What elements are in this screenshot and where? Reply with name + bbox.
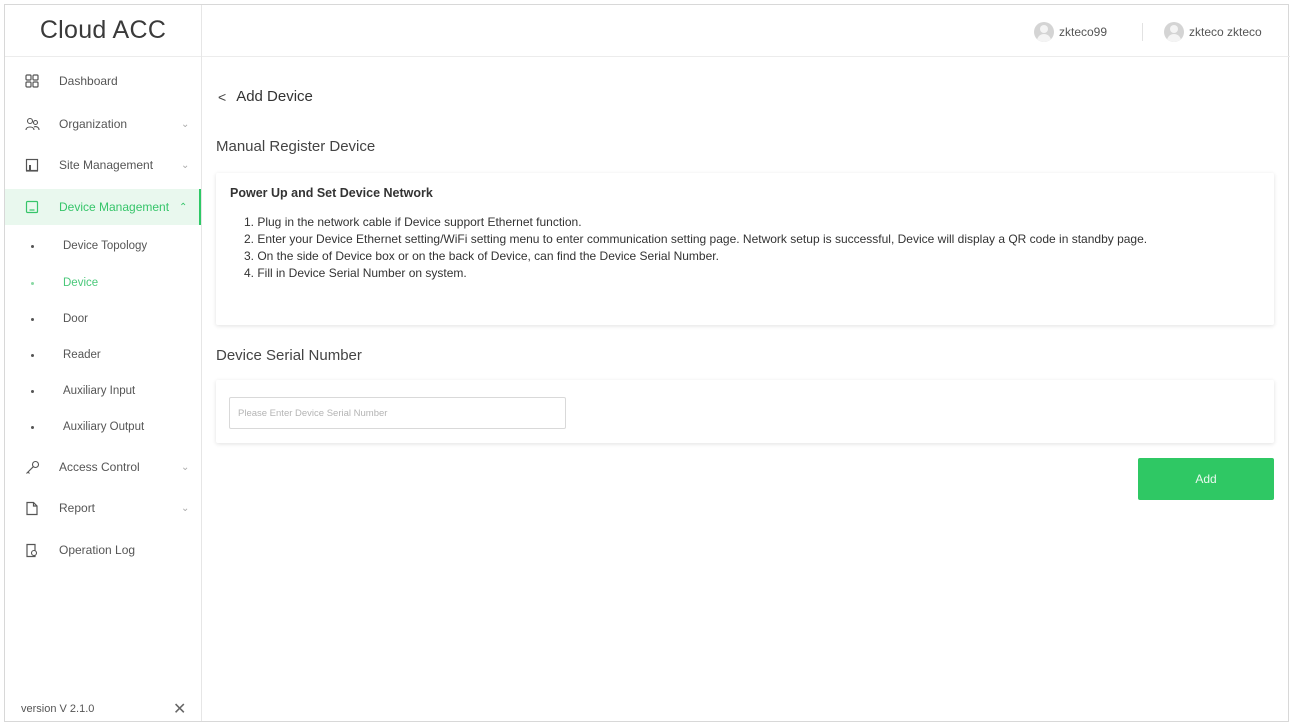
- avatar-icon: [1034, 22, 1054, 42]
- header-divider: [1142, 23, 1143, 41]
- bullet-icon: [31, 353, 34, 357]
- sidebar-item-label: Access Control: [59, 460, 140, 474]
- sidebar-subitem-auxiliary-output[interactable]: Auxiliary Output: [5, 412, 201, 442]
- user-name: zkteco zkteco: [1189, 25, 1262, 39]
- sidebar-subitem-label: Device Topology: [63, 240, 148, 252]
- bullet-icon: [31, 317, 34, 321]
- avatar-icon: [1164, 22, 1184, 42]
- serial-number-title: Device Serial Number: [216, 347, 362, 364]
- sidebar-subitem-label: Auxiliary Output: [63, 421, 145, 433]
- instruction-step: 3. On the side of Device box or on the b…: [244, 249, 719, 263]
- sidebar-subitem-label: Auxiliary Input: [63, 385, 136, 397]
- sidebar-subitem-auxiliary-input[interactable]: Auxiliary Input: [5, 376, 201, 406]
- sidebar-item-dashboard[interactable]: Dashboard: [5, 63, 201, 99]
- network-instructions-card: Power Up and Set Device Network 1. Plug …: [216, 173, 1274, 325]
- sidebar-subitem-label: Device: [63, 277, 99, 289]
- instruction-step: 4. Fill in Device Serial Number on syste…: [244, 266, 467, 280]
- file-icon: [24, 500, 40, 516]
- key-icon: [24, 459, 40, 475]
- log-icon: [24, 542, 40, 558]
- app-logo: Cloud ACC: [5, 5, 201, 57]
- chevron-down-icon: ⌄: [181, 118, 190, 130]
- sidebar-subitem-reader[interactable]: Reader: [5, 340, 201, 370]
- site-icon: [24, 157, 40, 173]
- bullet-icon: [31, 389, 34, 393]
- close-icon[interactable]: ✕: [173, 699, 186, 719]
- sidebar-subitem-door[interactable]: Door: [5, 304, 201, 334]
- sidebar-item-site-management[interactable]: Site Management ⌄: [5, 147, 201, 183]
- add-button[interactable]: Add: [1138, 458, 1274, 500]
- sidebar-item-label: Organization: [59, 117, 128, 131]
- sidebar-item-label: Site Management: [59, 158, 154, 172]
- chevron-up-icon: ⌃: [179, 201, 188, 213]
- serial-number-card: [216, 380, 1274, 443]
- sidebar: Cloud ACC Dashboard Organization ⌄ Site …: [5, 5, 202, 721]
- sidebar-item-label: Device Management: [59, 200, 170, 214]
- sidebar-subitem-device-topology[interactable]: Device Topology: [5, 231, 201, 261]
- sidebar-subitem-label: Reader: [63, 349, 101, 361]
- page-title: Add Device: [236, 88, 313, 105]
- dashboard-grid-icon: [24, 73, 40, 89]
- chevron-left-icon: <: [218, 88, 227, 105]
- bullet-icon: [31, 425, 34, 429]
- instruction-step: 2. Enter your Device Ethernet setting/Wi…: [244, 232, 1148, 246]
- sidebar-subitem-label: Door: [63, 313, 88, 325]
- sidebar-item-access-control[interactable]: Access Control ⌄: [5, 449, 201, 485]
- version-label: version V 2.1.0: [21, 703, 95, 715]
- sidebar-item-report[interactable]: Report ⌄: [5, 490, 201, 526]
- device-icon: [24, 199, 40, 215]
- manual-register-title: Manual Register Device: [216, 138, 376, 155]
- sidebar-item-device-management[interactable]: Device Management ⌃: [5, 189, 201, 225]
- chevron-down-icon: ⌄: [181, 461, 190, 473]
- card-heading: Power Up and Set Device Network: [230, 186, 433, 200]
- instruction-step: 1. Plug in the network cable if Device s…: [244, 215, 582, 229]
- user-menu-account[interactable]: zkteco zkteco: [1164, 22, 1262, 42]
- serial-number-input[interactable]: [229, 397, 566, 429]
- back-button[interactable]: < Add Device: [218, 88, 313, 105]
- top-header: zkteco99 zkteco zkteco: [202, 5, 1290, 57]
- user-menu-primary[interactable]: zkteco99: [1034, 22, 1107, 42]
- organization-icon: [24, 116, 40, 132]
- instruction-steps: 1. Plug in the network cable if Device s…: [244, 214, 1254, 282]
- chevron-down-icon: ⌄: [181, 502, 190, 514]
- sidebar-subitem-device[interactable]: Device: [5, 268, 201, 298]
- sidebar-item-label: Operation Log: [59, 543, 136, 557]
- sidebar-item-operation-log[interactable]: Operation Log: [5, 532, 201, 568]
- sidebar-item-organization[interactable]: Organization ⌄: [5, 106, 201, 142]
- chevron-down-icon: ⌄: [181, 159, 190, 171]
- app-window: Cloud ACC Dashboard Organization ⌄ Site …: [4, 4, 1290, 722]
- sidebar-item-label: Dashboard: [59, 74, 118, 88]
- bullet-icon: [31, 244, 34, 248]
- user-name: zkteco99: [1059, 25, 1108, 39]
- sidebar-item-label: Report: [59, 501, 96, 515]
- bullet-icon: [31, 281, 34, 285]
